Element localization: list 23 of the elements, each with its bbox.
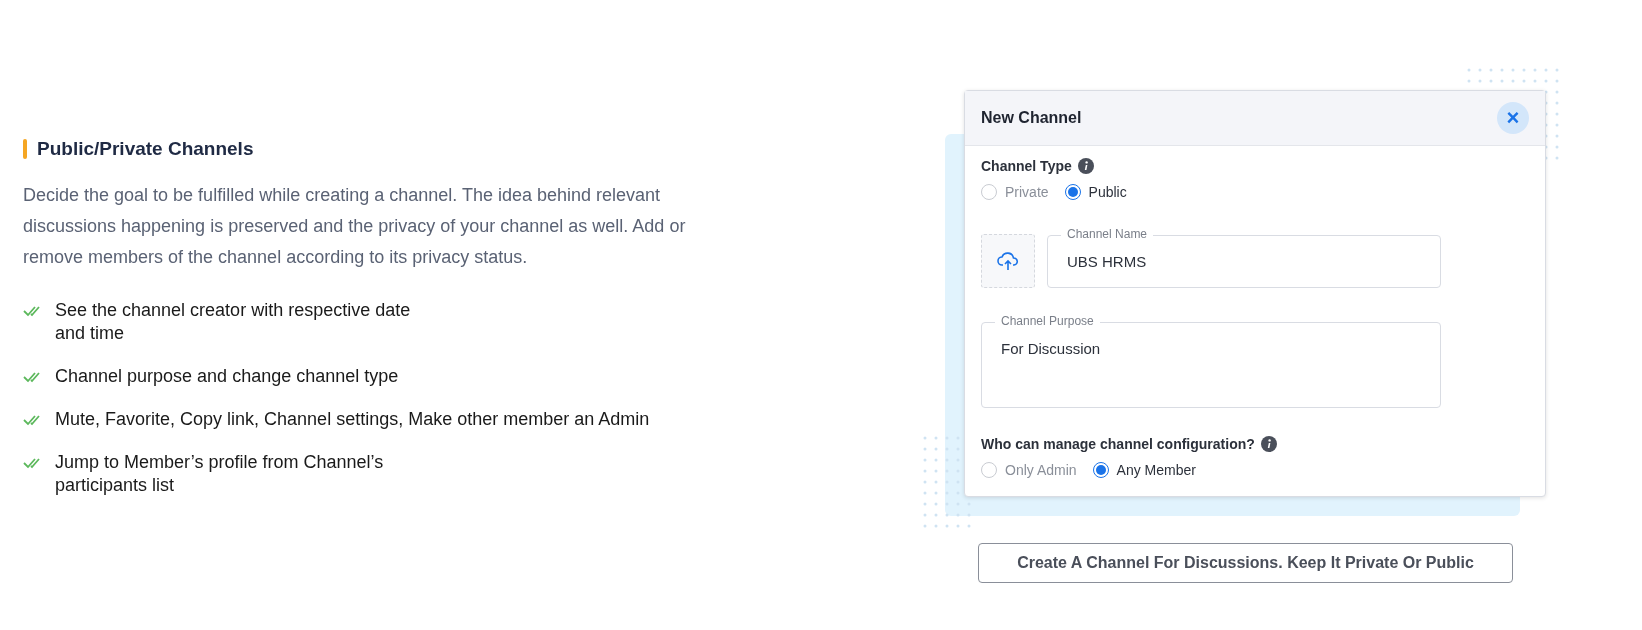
feature-text: Jump to Member’s profile from Channel’s participants list: [55, 451, 385, 497]
radio-option[interactable]: Public: [1064, 184, 1127, 200]
section-description: Decide the goal to be fulfilled while creating a channel. The idea behind relevant discussions happening is preserved and the privacy of your channel as well. Add or remove members of the channel according to its privacy status.: [23, 184, 687, 269]
close-button[interactable]: ×: [1497, 102, 1529, 134]
double-check-icon: [23, 414, 43, 426]
section-heading: Public/Private Channels: [37, 138, 254, 160]
info-icon: [1077, 158, 1094, 174]
accent-bar: [23, 139, 27, 159]
caption-button[interactable]: Create A Channel For Discussions. Keep It Private Or Public: [978, 543, 1513, 583]
dialog-title: New Channel: [981, 109, 1082, 127]
feature-text: Channel purpose and change channel type: [55, 365, 399, 388]
radio-option[interactable]: Any Member: [1092, 462, 1196, 478]
feature-text: See the channel creator with respective date and time: [55, 299, 412, 345]
double-check-icon: [23, 457, 43, 469]
channel-name-field[interactable]: Channel Name UBS HRMS: [1047, 227, 1441, 288]
double-check-icon: [23, 305, 43, 317]
info-icon: [1260, 436, 1277, 452]
field-label: Channel Type: [981, 158, 1072, 174]
feature-text: Mute, Favorite, Copy link, Channel settings, Make other member an Admin: [55, 408, 650, 431]
double-check-icon: [23, 371, 43, 383]
upload-button[interactable]: [981, 234, 1035, 288]
field-label: Who can manage channel configuration?: [981, 436, 1255, 452]
cloud-upload-icon: [997, 251, 1019, 271]
